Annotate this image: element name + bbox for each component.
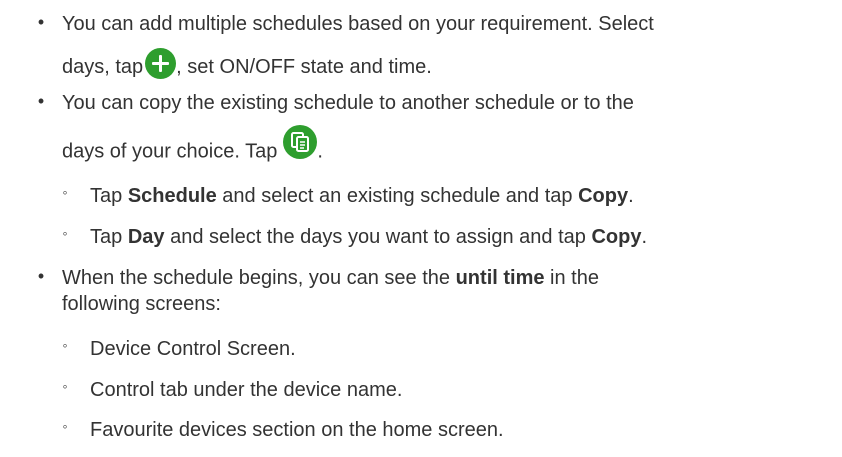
text-segment: When the schedule begins, you can see th…: [62, 267, 456, 289]
bullet-marker: •: [37, 91, 45, 111]
text-segment: days of your choice. Tap: [62, 140, 278, 163]
bold-term: Schedule: [127, 185, 217, 207]
bold-term: until time: [455, 267, 545, 289]
sub-list-item: Tap Schedule and select an existing sche…: [90, 184, 634, 208]
text-segment: and select an existing schedule and tap: [216, 185, 579, 207]
copy-icon: [283, 125, 318, 159]
sub-bullet-marker: ◦: [62, 418, 68, 434]
list-item-text: days of your choice. Tap .: [62, 125, 323, 169]
sub-bullet-marker: ◦: [62, 225, 68, 241]
list-item-text: following screens:: [62, 293, 221, 315]
bullet-marker: •: [37, 266, 45, 286]
sub-list-item: Favourite devices section on the home sc…: [90, 419, 504, 441]
text-segment: .: [628, 185, 634, 207]
text-segment: .: [641, 226, 648, 248]
bold-term: Day: [127, 226, 165, 248]
text-segment: Tap: [90, 185, 128, 207]
plus-icon: [145, 48, 177, 79]
sub-bullet-marker: ◦: [62, 184, 68, 200]
bold-term: Copy: [578, 185, 629, 207]
sub-bullet-marker: ◦: [62, 378, 68, 394]
text-segment: Tap: [90, 226, 128, 248]
text-segment: , set ON/OFF state and time.: [176, 55, 432, 78]
text-segment: in the: [544, 267, 599, 289]
sub-list-item: Control tab under the device name.: [90, 379, 403, 401]
sub-bullet-marker: ◦: [62, 337, 68, 353]
text-segment: and select the days you want to assign a…: [164, 226, 592, 248]
list-item-text: You can add multiple schedules based on …: [62, 13, 654, 35]
text-segment: .: [317, 140, 323, 163]
text-segment: days, tap: [62, 55, 144, 78]
list-item-text: days, tap , set ON/OFF state and time.: [62, 48, 432, 83]
sub-list-item: Tap Day and select the days you want to …: [90, 225, 647, 249]
bullet-marker: •: [37, 12, 45, 32]
list-item-text: When the schedule begins, you can see th…: [62, 266, 599, 290]
bold-term: Copy: [591, 226, 642, 248]
document: • You can add multiple schedules based o…: [0, 0, 842, 457]
sub-list-item: Device Control Screen.: [90, 338, 296, 360]
list-item-text: You can copy the existing schedule to an…: [62, 92, 634, 114]
